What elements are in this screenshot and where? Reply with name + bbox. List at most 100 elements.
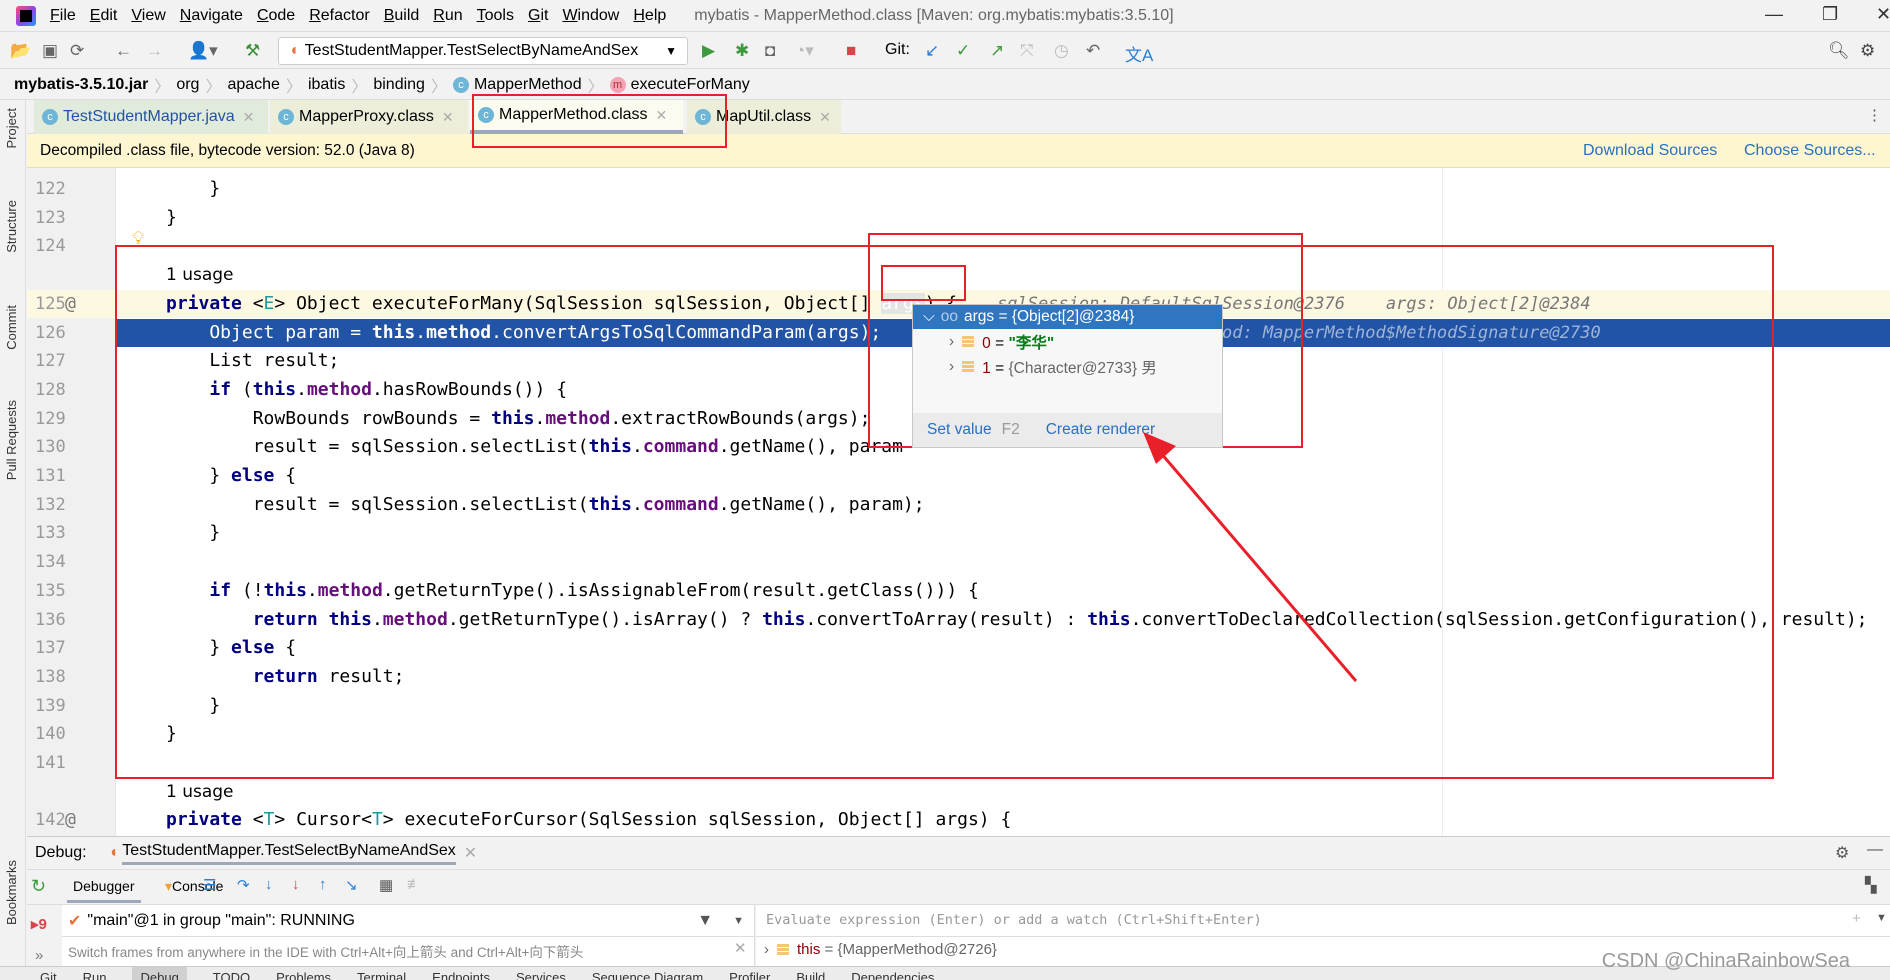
tool-bookmarks[interactable]: Bookmarks bbox=[4, 860, 19, 925]
breadcrumb-jar[interactable]: mybatis-3.5.10.jar bbox=[14, 76, 148, 94]
breadcrumb-binding[interactable]: binding bbox=[373, 76, 425, 94]
line-number[interactable]: 132 bbox=[35, 491, 95, 520]
tool-pull-requests[interactable]: Pull Requests bbox=[4, 400, 19, 480]
bottom-tool-services[interactable]: Services bbox=[516, 967, 566, 980]
restore-button[interactable]: ❐ bbox=[1822, 4, 1838, 25]
more-icon[interactable]: » bbox=[35, 947, 43, 964]
run-icon[interactable]: ▶ bbox=[702, 41, 715, 61]
line-number[interactable]: 137 bbox=[35, 634, 95, 663]
menu-code[interactable]: Code bbox=[257, 7, 295, 25]
menu-file[interactable]: File bbox=[50, 7, 76, 25]
evaluate-expression-input[interactable]: Evaluate expression (Enter) or add a wat… bbox=[756, 905, 1890, 937]
add-watch-icon[interactable]: + bbox=[1852, 910, 1861, 927]
stop-icon[interactable]: ■ bbox=[846, 41, 856, 61]
chevron-right-icon[interactable]: › bbox=[764, 941, 769, 958]
line-number[interactable]: 138 bbox=[35, 663, 95, 692]
chevron-right-icon[interactable]: › bbox=[949, 333, 954, 351]
chevron-down-icon[interactable]: ▼ bbox=[733, 915, 744, 927]
bottom-tool-terminal[interactable]: Terminal bbox=[357, 967, 406, 980]
bottom-tool-debug[interactable]: Debug bbox=[132, 967, 187, 980]
layout-icon[interactable]: ▚ bbox=[1865, 876, 1877, 894]
bottom-tool-build[interactable]: Build bbox=[796, 967, 825, 980]
menu-run[interactable]: Run bbox=[433, 7, 462, 25]
search-icon[interactable]: 🔍︎ bbox=[1828, 41, 1850, 61]
bottom-tool-run[interactable]: Run bbox=[83, 967, 107, 980]
create-renderer-link[interactable]: Create renderer bbox=[1046, 421, 1155, 439]
breadcrumb-org[interactable]: org bbox=[176, 76, 199, 94]
close-session-icon[interactable]: ✕ bbox=[464, 843, 477, 863]
git-commit-icon[interactable]: ✓ bbox=[956, 41, 970, 61]
tab-test-student-mapper[interactable]: c TestStudentMapper.java ✕ bbox=[34, 100, 268, 134]
tool-commit[interactable]: Commit bbox=[4, 305, 19, 350]
line-number[interactable]: 130 bbox=[35, 433, 95, 462]
bottom-tool-problems[interactable]: Problems bbox=[276, 967, 331, 980]
line-number[interactable]: 123 bbox=[35, 204, 95, 233]
bottom-tool-sequence-diagram[interactable]: Sequence Diagram bbox=[592, 967, 703, 980]
bottom-tool-endpoints[interactable]: Endpoints bbox=[432, 967, 490, 980]
breakpoints-icon[interactable]: ▸9 bbox=[31, 915, 47, 933]
breadcrumb-ibatis[interactable]: ibatis bbox=[308, 76, 345, 94]
override-marker-icon[interactable]: @ bbox=[65, 806, 76, 835]
user-icon[interactable]: 👤▾ bbox=[188, 41, 218, 61]
open-folder-icon[interactable]: 📂 bbox=[10, 41, 31, 61]
breadcrumb-class[interactable]: MapperMethod bbox=[474, 76, 582, 94]
line-number[interactable]: 136 bbox=[35, 606, 95, 635]
debug-bug-icon[interactable]: ✱ bbox=[735, 41, 749, 61]
filter-icon[interactable]: ▼ bbox=[697, 912, 713, 930]
debug-settings-icon[interactable]: ⚙ bbox=[1835, 843, 1849, 863]
line-number[interactable]: 122 bbox=[35, 175, 95, 204]
more-tabs-icon[interactable]: ⋮ bbox=[1867, 106, 1882, 124]
step-into-icon[interactable]: ↓ bbox=[265, 876, 273, 893]
git-compare-icon[interactable]: ⤧ bbox=[1020, 41, 1034, 61]
line-number[interactable]: 128 bbox=[35, 376, 95, 405]
line-number[interactable]: 127 bbox=[35, 347, 95, 376]
menu-navigate[interactable]: Navigate bbox=[180, 7, 243, 25]
debug-session-tab[interactable]: TestStudentMapper.TestSelectByNameAndSex bbox=[122, 842, 456, 865]
menu-build[interactable]: Build bbox=[384, 7, 420, 25]
variable-row[interactable]: › this = {MapperMethod@2726} bbox=[764, 941, 997, 958]
usage-count[interactable]: 1 usage bbox=[166, 778, 234, 807]
line-number[interactable]: 140 bbox=[35, 720, 95, 749]
show-execution-point-icon[interactable]: ☰ bbox=[203, 876, 216, 894]
step-over-icon[interactable]: ↷ bbox=[237, 876, 250, 894]
build-hammer-icon[interactable]: ⚒ bbox=[245, 41, 260, 61]
tab-mapper-proxy[interactable]: c MapperProxy.class ✕ bbox=[270, 100, 468, 134]
history-icon[interactable]: ◷ bbox=[1054, 41, 1069, 61]
popup-root-node[interactable]: ⌵ oo args = {Object[2]@2384} bbox=[913, 305, 1222, 329]
breadcrumb-method[interactable]: executeForMany bbox=[631, 76, 750, 94]
menu-tools[interactable]: Tools bbox=[477, 7, 514, 25]
rollback-icon[interactable]: ↶ bbox=[1086, 41, 1100, 61]
set-value-link[interactable]: Set value bbox=[927, 421, 992, 439]
thread-selector[interactable]: ✔ "main"@1 in group "main": RUNNING ▼ ▼ bbox=[62, 905, 754, 937]
close-window-button[interactable]: ✕ bbox=[1876, 4, 1890, 25]
minimize-button[interactable]: — bbox=[1765, 4, 1783, 25]
line-number[interactable]: 129 bbox=[35, 405, 95, 434]
back-icon[interactable]: ← bbox=[115, 41, 132, 61]
chevron-right-icon[interactable]: › bbox=[949, 358, 954, 376]
tool-structure[interactable]: Structure bbox=[4, 200, 19, 253]
menu-view[interactable]: View bbox=[131, 7, 165, 25]
breadcrumb-apache[interactable]: apache bbox=[227, 76, 280, 94]
line-number[interactable]: 133 bbox=[35, 519, 95, 548]
menu-window[interactable]: Window bbox=[562, 7, 619, 25]
git-push-icon[interactable]: ↗ bbox=[990, 41, 1004, 61]
close-tab-icon[interactable]: ✕ bbox=[442, 109, 454, 126]
hide-panel-icon[interactable]: — bbox=[1867, 841, 1883, 859]
force-step-into-icon[interactable]: ↓ bbox=[292, 876, 300, 893]
menu-git[interactable]: Git bbox=[528, 7, 548, 25]
download-sources-link[interactable]: Download Sources bbox=[1583, 142, 1717, 160]
run-configuration-select[interactable]: ◖ TestStudentMapper.TestSelectByNameAndS… bbox=[278, 37, 688, 65]
menu-refactor[interactable]: Refactor bbox=[309, 7, 369, 25]
bottom-tool-todo[interactable]: TODO bbox=[213, 967, 250, 980]
line-number[interactable]: 141 bbox=[35, 749, 95, 778]
rerun-icon[interactable]: ↻ bbox=[31, 876, 46, 897]
dismiss-hint-icon[interactable]: ✕ bbox=[734, 939, 747, 957]
evaluate-expression-icon[interactable]: ▦ bbox=[379, 876, 393, 894]
tool-project[interactable]: Project bbox=[4, 108, 19, 148]
trace-icon[interactable]: ≢ bbox=[407, 876, 422, 893]
override-marker-icon[interactable]: @ bbox=[65, 290, 76, 319]
sync-icon[interactable]: ⟳ bbox=[70, 41, 84, 61]
bottom-tool-git[interactable]: Git bbox=[40, 967, 57, 980]
profile-icon[interactable]: ◔▾ bbox=[795, 41, 814, 61]
close-tab-icon[interactable]: ✕ bbox=[243, 109, 255, 126]
